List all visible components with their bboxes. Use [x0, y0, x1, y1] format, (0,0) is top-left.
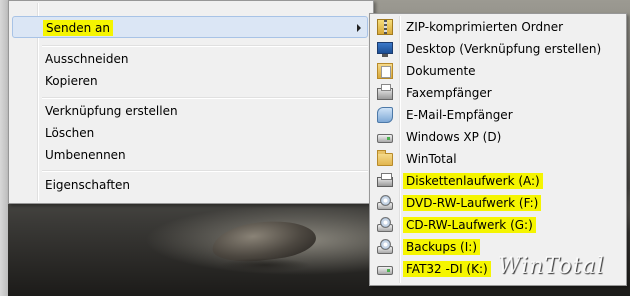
submenu-item-floppy[interactable]: Diskettenlaufwerk (A:) [373, 170, 621, 192]
submenu-item-label: Backups (I:) [403, 239, 480, 255]
menu-item-label: Eigenschaften [45, 178, 131, 192]
drive-icon [377, 134, 393, 143]
menu-item-loeschen[interactable]: Löschen [12, 122, 368, 144]
menu-item-label: Verknüpfung erstellen [45, 104, 178, 118]
submenu-item-label: Desktop (Verknüpfung erstellen) [406, 42, 602, 56]
submenu-item-label: Windows XP (D) [406, 130, 502, 144]
menu-item-senden-an[interactable]: Senden an [12, 16, 368, 38]
submenu-item-label: CD-RW-Laufwerk (G:) [403, 217, 536, 233]
documents-icon [377, 63, 393, 79]
desktop-icon [377, 42, 393, 57]
submenu-item-windows-xp[interactable]: Windows XP (D) [373, 126, 621, 148]
submenu-item-label: Faxempfänger [406, 86, 492, 100]
send-to-submenu: ZIP-komprimierten Ordner Desktop (Verknü… [369, 13, 627, 286]
submenu-item-cd[interactable]: CD-RW-Laufwerk (G:) [373, 214, 621, 236]
menu-separator [42, 97, 368, 99]
submenu-item-mail[interactable]: E-Mail-Empfänger [373, 104, 621, 126]
menu-item-kopieren[interactable]: Kopieren [12, 70, 368, 92]
menu-item-label: Senden an [43, 20, 113, 36]
submenu-item-label: FAT32 -DI (K:) [403, 261, 491, 277]
submenu-item-label: WinTotal [406, 152, 457, 166]
mail-icon [377, 107, 393, 123]
menu-item-ausschneiden[interactable]: Ausschneiden [12, 48, 368, 70]
menu-item-eigenschaften[interactable]: Eigenschaften [12, 174, 368, 196]
submenu-item-dokumente[interactable]: Dokumente [373, 60, 621, 82]
menu-item-label: Ausschneiden [45, 52, 129, 66]
submenu-item-label: Dokumente [406, 64, 476, 78]
drive-icon [377, 239, 393, 254]
submenu-item-label: E-Mail-Empfänger [406, 108, 513, 122]
submenu-item-label: Diskettenlaufwerk (A:) [403, 173, 543, 189]
submenu-item-zip[interactable]: ZIP-komprimierten Ordner [373, 16, 621, 38]
folder-icon [377, 150, 393, 166]
window-edge [0, 0, 8, 296]
menu-item-label: Kopieren [45, 74, 98, 88]
submenu-item-fax[interactable]: Faxempfänger [373, 82, 621, 104]
watermark-logo: WinTotal [498, 254, 605, 279]
submenu-item-wintotal[interactable]: WinTotal [373, 148, 621, 170]
submenu-arrow-icon [357, 24, 361, 32]
menu-item-label: Löschen [45, 126, 95, 140]
floppy-drive-icon [377, 173, 393, 187]
menu-item-umbenennen[interactable]: Umbenennen [12, 144, 368, 166]
menu-item-verknuepfung-erstellen[interactable]: Verknüpfung erstellen [12, 100, 368, 122]
dvd-drive-icon [377, 195, 393, 210]
fax-icon [377, 84, 393, 100]
menu-item-label: Umbenennen [45, 148, 126, 162]
submenu-item-label: DVD-RW-Laufwerk (F:) [403, 195, 542, 211]
zip-folder-icon [377, 19, 393, 35]
drive-icon [377, 266, 393, 275]
menu-separator [42, 45, 368, 47]
menu-separator [42, 170, 368, 172]
submenu-item-dvd[interactable]: DVD-RW-Laufwerk (F:) [373, 192, 621, 214]
submenu-item-label: ZIP-komprimierten Ordner [406, 20, 564, 34]
cd-drive-icon [377, 217, 393, 232]
context-menu: Senden an Ausschneiden Kopieren Verknüpf… [8, 0, 374, 204]
rock-reflection [220, 258, 310, 272]
submenu-item-desktop[interactable]: Desktop (Verknüpfung erstellen) [373, 38, 621, 60]
